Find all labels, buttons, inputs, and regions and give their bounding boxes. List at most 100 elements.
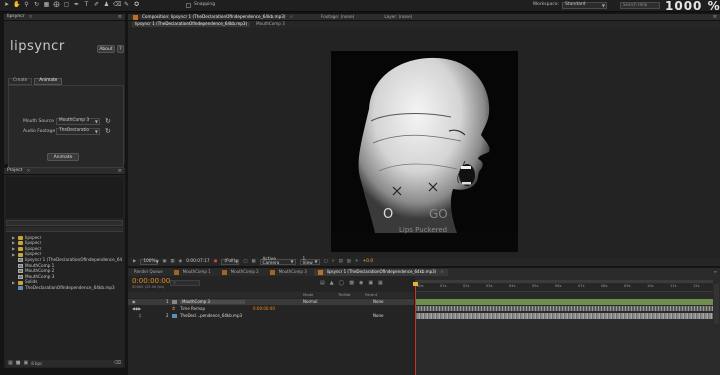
playhead-handle[interactable] bbox=[413, 282, 418, 286]
roto-tool-icon[interactable]: ✎ bbox=[123, 2, 130, 9]
timeline-icon[interactable]: ▤ bbox=[339, 259, 343, 264]
expand-icon[interactable]: ▶ bbox=[12, 252, 16, 257]
composition-frame[interactable]: O GO Lips Puckered bbox=[331, 51, 518, 252]
layer-bar-mouthcomp[interactable] bbox=[415, 299, 713, 305]
expand-icon[interactable]: ▶ bbox=[12, 235, 16, 240]
timeline-scrollbar[interactable] bbox=[714, 284, 719, 324]
eraser-tool-icon[interactable]: ⌫ bbox=[113, 2, 121, 9]
refresh-mouth-source-icon[interactable]: ↻ bbox=[105, 118, 111, 125]
trash-icon[interactable]: ⌫ bbox=[114, 361, 121, 366]
workspace-dropdown[interactable]: Standard ▼ bbox=[562, 2, 607, 9]
comp-tab-lipsyncr[interactable]: lipsyncr 1 (TheDeclarationOfIndependence… bbox=[132, 22, 251, 27]
close-icon[interactable]: × bbox=[290, 14, 294, 19]
layer-mode-dropdown[interactable]: Normal bbox=[303, 300, 317, 304]
panel-menu-icon[interactable]: ≡ bbox=[713, 14, 717, 20]
pan-behind-tool-icon[interactable]: ⨁ bbox=[53, 2, 60, 9]
frame-blending-icon[interactable]: ▩ bbox=[349, 281, 354, 286]
list-item[interactable]: TheDeclarationOfIndependence_64kb.mp3 bbox=[6, 285, 124, 291]
new-folder-icon[interactable]: ■ bbox=[16, 361, 21, 366]
animate-button[interactable]: Animate bbox=[47, 153, 79, 161]
layer-parent-dropdown[interactable]: None bbox=[373, 300, 383, 304]
tab-layer[interactable]: Layer: (none) bbox=[380, 14, 416, 20]
region-of-interest-icon[interactable]: □ bbox=[243, 259, 247, 264]
current-time[interactable]: 0:00:00:00 bbox=[132, 278, 170, 285]
flowchart-icon[interactable]: ▨ bbox=[347, 259, 351, 264]
close-icon[interactable]: × bbox=[26, 168, 30, 174]
pen-tool-icon[interactable]: ✒ bbox=[73, 2, 80, 9]
brush-tool-icon[interactable]: ✐ bbox=[93, 2, 100, 9]
tab-mouthcomp2[interactable]: MouthComp 2 bbox=[218, 269, 263, 276]
brainstorm-icon[interactable]: ▣ bbox=[368, 281, 373, 286]
puppet-tool-icon[interactable]: ✪ bbox=[133, 2, 140, 9]
tab-composition[interactable]: Composition: lipsyncr 1 (TheDeclarationO… bbox=[131, 14, 296, 20]
snapping-checkbox[interactable] bbox=[186, 3, 191, 8]
motion-blur-icon[interactable]: ◉ bbox=[359, 281, 363, 286]
tab-lipsyncr1[interactable]: lipsyncr 1 (TheDeclarationOfIndependence… bbox=[313, 268, 448, 276]
stopwatch-icon[interactable]: ⏱ bbox=[172, 307, 175, 311]
table-row[interactable]: ◉ 1 MouthComp 3 Normal None bbox=[128, 299, 414, 305]
hide-shy-icon[interactable]: ◯ bbox=[339, 281, 345, 286]
time-ruler[interactable]: 00s 01s 02s 03s 04s 05s 06s 07s 08s 09s … bbox=[415, 284, 713, 292]
hand-tool-icon[interactable]: ✋ bbox=[13, 2, 20, 9]
close-icon[interactable]: × bbox=[29, 14, 33, 20]
graph-editor-icon[interactable]: ▦ bbox=[378, 281, 383, 286]
work-area-bar[interactable] bbox=[415, 280, 713, 283]
zoom-dropdown[interactable]: 100% ▼ bbox=[140, 259, 159, 265]
exposure-value[interactable]: +0.0 bbox=[363, 259, 373, 264]
safe-zones-icon[interactable]: ▣ bbox=[162, 259, 166, 264]
audio-icon[interactable]: ♫ bbox=[138, 314, 142, 318]
layer-bar-audio[interactable] bbox=[415, 313, 713, 319]
grid-icon[interactable]: ▦ bbox=[170, 259, 174, 264]
camera-dropdown[interactable]: Active Camera ▼ bbox=[259, 257, 296, 266]
interpret-footage-icon[interactable]: ▦ bbox=[8, 361, 13, 366]
resolution-dropdown[interactable]: (Full) ▼ bbox=[221, 259, 240, 265]
new-comp-icon[interactable]: ▣ bbox=[23, 361, 28, 366]
show-channel-icon[interactable]: ● bbox=[214, 259, 218, 264]
visibility-icon[interactable]: ◉ bbox=[132, 300, 136, 304]
tab-footage[interactable]: Footage: (none) bbox=[317, 14, 358, 20]
tab-animate[interactable]: Animate bbox=[34, 78, 63, 85]
exposure-icon[interactable]: ☀ bbox=[355, 259, 359, 264]
zoom-tool-icon[interactable]: ⚲ bbox=[23, 2, 30, 9]
type-tool-icon[interactable]: T bbox=[83, 2, 90, 9]
tab-create[interactable]: Create bbox=[8, 78, 33, 85]
bit-depth-label[interactable]: 8 bpc bbox=[31, 361, 42, 366]
tab-mouthcomp3[interactable]: MouthComp 3 bbox=[266, 269, 311, 276]
keyframe-strip[interactable] bbox=[415, 306, 713, 311]
expand-icon[interactable]: ▶ bbox=[12, 280, 16, 285]
close-icon[interactable]: × bbox=[440, 270, 443, 274]
audio-footage-dropdown[interactable]: TheDeclaratio ▼ bbox=[56, 128, 100, 135]
panel-menu-icon[interactable]: ≡ bbox=[118, 14, 122, 20]
selection-tool-icon[interactable]: ➤ bbox=[3, 2, 10, 9]
expand-icon[interactable]: ▶ bbox=[12, 246, 16, 251]
always-preview-icon[interactable]: ▶ bbox=[133, 259, 136, 264]
current-time-display[interactable]: 0:00:07:17 bbox=[186, 259, 209, 264]
clone-tool-icon[interactable]: ♟ bbox=[103, 2, 110, 9]
project-panel-title[interactable]: Project bbox=[7, 168, 22, 174]
tab-render-queue[interactable]: Render Queue bbox=[130, 269, 167, 275]
layer-parent-dropdown[interactable]: None bbox=[373, 314, 383, 318]
views-dropdown[interactable]: 1 View ▼ bbox=[299, 257, 320, 266]
mask-tool-icon[interactable]: ▢ bbox=[63, 2, 70, 9]
search-help-input[interactable]: Search Help bbox=[620, 2, 660, 9]
playhead[interactable] bbox=[415, 282, 416, 375]
mouth-source-dropdown[interactable]: MouthComp 3 ▼ bbox=[56, 118, 100, 125]
snapshot-camera-icon[interactable]: ◉ bbox=[178, 259, 182, 264]
timeline-search[interactable]: ⚲ bbox=[170, 280, 200, 286]
camera-tool-icon[interactable]: ▦ bbox=[43, 2, 50, 9]
comp-tab-mouthcomp3[interactable]: MouthComp 3 bbox=[252, 21, 289, 27]
toggle-pixel-aspect-icon[interactable]: ▢ bbox=[324, 259, 328, 264]
keyframe-nav-icon[interactable]: ◀◆▶ bbox=[132, 307, 141, 311]
comp-mini-flowchart-icon[interactable]: ▤ bbox=[320, 281, 325, 286]
lipsyncr-panel-tab[interactable]: lipsyncr bbox=[7, 14, 25, 20]
transparency-grid-icon[interactable]: ▩ bbox=[251, 259, 255, 264]
tab-mouthcomp1[interactable]: MouthComp 1 bbox=[170, 269, 215, 276]
expand-icon[interactable]: ▶ bbox=[12, 241, 16, 245]
about-button[interactable]: About bbox=[97, 45, 115, 53]
panel-menu-icon[interactable]: ≡ bbox=[714, 270, 717, 274]
table-row[interactable]: ♫ 2 TheDecl...pendence_64kb.mp3 None bbox=[128, 313, 414, 319]
help-button[interactable]: ? bbox=[117, 45, 124, 53]
time-remap-value[interactable]: 0:00:00:00 bbox=[253, 307, 275, 311]
panel-menu-icon[interactable]: ≡ bbox=[118, 168, 122, 174]
project-search[interactable] bbox=[6, 220, 123, 226]
